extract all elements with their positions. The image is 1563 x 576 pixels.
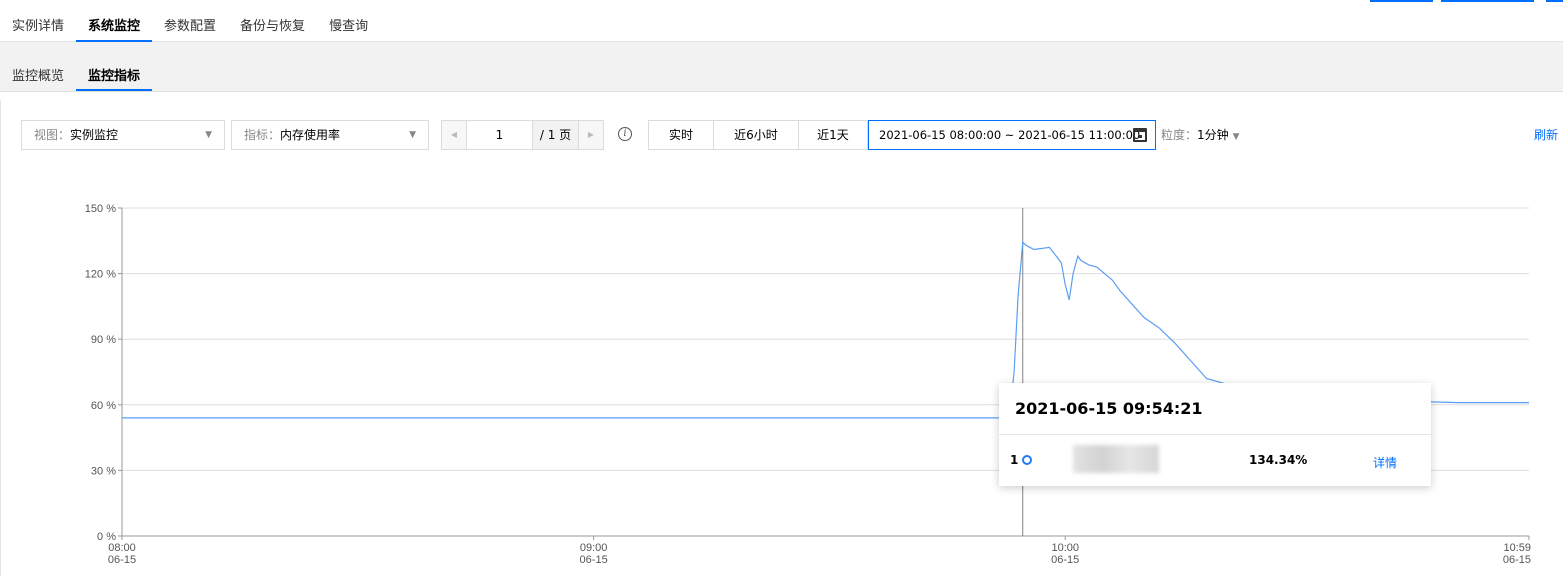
tab-monitor-overview[interactable]: 监控概览 [0,42,76,91]
y-tick-label: 150 % [85,203,116,215]
memory-usage-chart: 0 %30 %60 %90 %120 %150 %08:0006-1509:00… [85,203,1531,566]
x-tick-label: 08:00 [108,542,136,554]
top-tabs: 实例详情 系统监控 参数配置 备份与恢复 慢查询 [0,0,380,42]
x-tick-date-label: 06-15 [1051,554,1079,566]
x-tick-label: 09:00 [580,542,608,554]
tooltip-series-index: 1 [1010,453,1019,467]
x-tick-date-label: 06-15 [108,554,136,566]
tooltip-divider [999,434,1431,435]
chart-tooltip: 2021-06-15 09:54:21 1 134.34% 详情 [999,383,1431,486]
y-tick-label: 60 % [91,400,116,412]
x-tick-label: 10:00 [1051,542,1079,554]
y-tick-label: 120 % [85,269,116,281]
tooltip-details-link[interactable]: 详情 [1373,454,1397,471]
x-tick-date-label: 06-15 [1503,554,1531,566]
tab-monitor-metrics[interactable]: 监控指标 [76,42,153,91]
x-tick-date-label: 06-15 [580,554,608,566]
top-nav: 实例详情 系统监控 参数配置 备份与恢复 慢查询 [0,0,1563,42]
top-action-button-3[interactable] [1546,0,1563,2]
x-tick-label: 10:59 [1503,542,1531,554]
series-marker-icon [1022,455,1032,465]
top-action-button-1[interactable] [1370,0,1433,2]
metrics-panel: 视图：实例监控 ▼ 指标：内存使用率 ▼ ◀ 1 / 1 页 ▶ i 实时 近6… [0,100,1563,576]
y-tick-label: 90 % [91,334,116,346]
top-action-button-2[interactable] [1441,0,1534,2]
tab-system-monitoring[interactable]: 系统监控 [76,0,153,42]
tab-backup-restore[interactable]: 备份与恢复 [228,0,317,42]
tab-parameter-config[interactable]: 参数配置 [152,0,228,42]
sub-tabs: 监控概览 监控指标 [0,42,153,91]
sub-nav: 监控概览 监控指标 [0,42,1563,92]
tooltip-value: 134.34% [1249,453,1308,467]
y-tick-label: 30 % [91,465,116,477]
tooltip-time: 2021-06-15 09:54:21 [1015,399,1203,418]
tooltip-series-name-redacted [1073,445,1159,473]
tab-slow-query[interactable]: 慢查询 [317,0,380,42]
tab-instance-details[interactable]: 实例详情 [0,0,76,42]
